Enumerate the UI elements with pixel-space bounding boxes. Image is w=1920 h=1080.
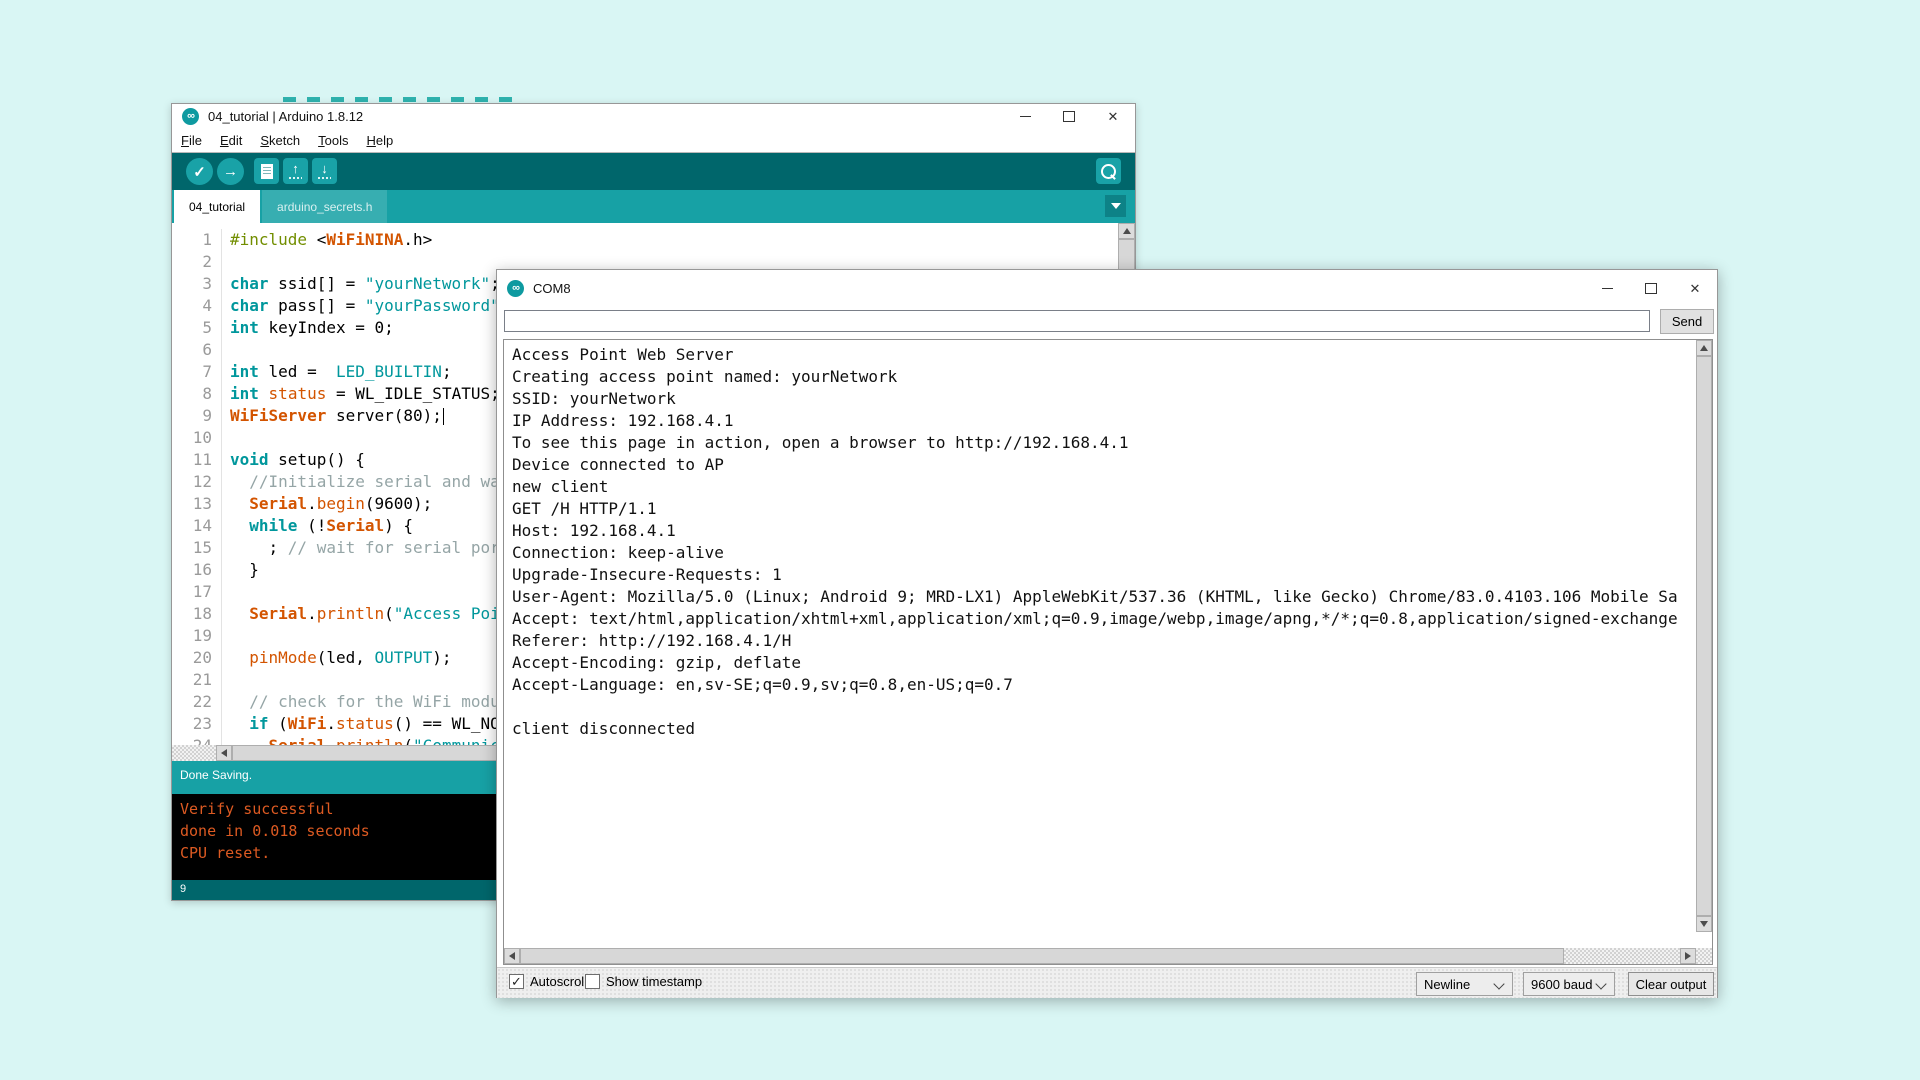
scroll-right-arrow[interactable] — [1680, 948, 1696, 964]
arduino-toolbar: ✓ → ↑ ↓ — [172, 153, 1135, 190]
check-icon: ✓ — [193, 163, 206, 181]
serial-output: Access Point Web ServerCreating access p… — [503, 339, 1713, 965]
minimize-icon — [1020, 116, 1031, 117]
serial-output-line: SSID: yourNetwork — [512, 388, 1692, 410]
save-button[interactable]: ↓ — [312, 158, 337, 184]
menu-item-tools[interactable]: Tools — [309, 133, 357, 148]
scroll-up-arrow[interactable] — [1696, 340, 1712, 356]
document-icon — [261, 164, 273, 179]
scroll-left-arrow[interactable] — [216, 745, 232, 761]
serial-output-line: Connection: keep-alive — [512, 542, 1692, 564]
serial-output-line: Access Point Web Server — [512, 344, 1692, 366]
baud-rate-value: 9600 baud — [1531, 977, 1592, 992]
arduino-window-title: 04_tutorial | Arduino 1.8.12 — [208, 109, 363, 124]
serial-output-line — [512, 696, 1692, 718]
menu-item-sketch[interactable]: Sketch — [251, 133, 309, 148]
close-button[interactable]: ✕ — [1673, 270, 1717, 306]
serial-output-line: To see this page in action, open a brows… — [512, 432, 1692, 454]
serial-output-line: User-Agent: Mozilla/5.0 (Linux; Android … — [512, 586, 1692, 608]
serial-output-line: Referer: http://192.168.4.1/H — [512, 630, 1692, 652]
status-text: Done Saving. — [180, 768, 252, 782]
right-arrow-icon: → — [223, 163, 238, 180]
arduino-logo-icon: ∞ — [182, 108, 199, 125]
desktop: ∞ 04_tutorial | Arduino 1.8.12 ✕ FileEdi… — [0, 0, 1920, 1080]
minimize-icon — [1602, 288, 1613, 289]
verify-button[interactable]: ✓ — [186, 158, 213, 185]
serial-output-line: IP Address: 192.168.4.1 — [512, 410, 1692, 432]
output-horizontal-scrollbar[interactable] — [504, 948, 1696, 964]
tab-list-button[interactable] — [1105, 195, 1126, 217]
serial-monitor-window: ∞ COM8 ✕ Send Access Point Web ServerCre… — [496, 269, 1718, 998]
serial-input-row: Send — [497, 306, 1717, 338]
serial-monitor-button[interactable] — [1096, 158, 1121, 184]
scroll-down-arrow[interactable] — [1696, 916, 1712, 932]
serial-output-line: Creating access point named: yourNetwork — [512, 366, 1692, 388]
maximize-button[interactable] — [1629, 270, 1673, 306]
tab-bar: 04_tutorialarduino_secrets.h — [172, 190, 1135, 223]
text-caret — [443, 408, 444, 425]
close-icon: ✕ — [1690, 282, 1701, 295]
serial-output-line: GET /H HTTP/1.1 — [512, 498, 1692, 520]
serial-output-line: Upgrade-Insecure-Requests: 1 — [512, 564, 1692, 586]
scrollbar-corner — [1696, 948, 1712, 964]
minimize-button[interactable] — [1585, 270, 1629, 306]
maximize-icon — [1645, 283, 1657, 294]
line-ending-select[interactable]: Newline — [1416, 972, 1513, 996]
close-button[interactable]: ✕ — [1091, 104, 1135, 129]
down-arrow-icon: ↓ — [321, 163, 328, 175]
scrollbar-thumb[interactable] — [520, 948, 1564, 964]
chevron-down-icon — [1595, 978, 1606, 989]
chevron-down-icon — [1111, 203, 1121, 209]
serial-output-line: new client — [512, 476, 1692, 498]
show-timestamp-checkbox[interactable]: Show timestamp — [585, 974, 702, 989]
up-arrow-icon: ↑ — [292, 163, 299, 175]
output-vertical-scrollbar[interactable] — [1696, 340, 1712, 932]
send-button[interactable]: Send — [1660, 309, 1714, 334]
arduino-logo-icon: ∞ — [507, 280, 524, 297]
serial-output-line: Host: 192.168.4.1 — [512, 520, 1692, 542]
maximize-button[interactable] — [1047, 104, 1091, 129]
serial-monitor-footer: ✓ Autoscroll Show timestamp Newline 9600… — [497, 967, 1717, 998]
menu-item-help[interactable]: Help — [357, 133, 402, 148]
serial-output-line: Accept-Encoding: gzip, deflate — [512, 652, 1692, 674]
chevron-down-icon — [1493, 978, 1504, 989]
checkbox-icon — [585, 974, 600, 989]
scroll-up-arrow[interactable] — [1118, 223, 1135, 239]
tabs: 04_tutorialarduino_secrets.h — [174, 190, 389, 223]
magnifier-icon — [1101, 164, 1116, 179]
serial-output-line: Accept: text/html,application/xhtml+xml,… — [512, 608, 1692, 630]
autoscroll-label: Autoscroll — [530, 974, 587, 989]
serial-monitor-titlebar[interactable]: ∞ COM8 ✕ — [497, 270, 1717, 306]
minimize-button[interactable] — [1003, 104, 1047, 129]
close-icon: ✕ — [1108, 110, 1119, 123]
checkbox-icon: ✓ — [509, 974, 524, 989]
serial-monitor-title: COM8 — [533, 281, 571, 296]
show-timestamp-label: Show timestamp — [606, 974, 702, 989]
menu-item-edit[interactable]: Edit — [211, 133, 251, 148]
tab-04-tutorial[interactable]: 04_tutorial — [174, 190, 260, 223]
autoscroll-checkbox[interactable]: ✓ Autoscroll — [509, 974, 587, 989]
serial-output-lines: Access Point Web ServerCreating access p… — [512, 344, 1692, 740]
menu-item-file[interactable]: File — [172, 133, 211, 148]
serial-input[interactable] — [504, 310, 1650, 332]
code-line: 1#include <WiFiNINA.h> — [172, 229, 1135, 251]
arduino-titlebar[interactable]: ∞ 04_tutorial | Arduino 1.8.12 ✕ — [172, 104, 1135, 129]
arduino-menubar: FileEditSketchToolsHelp — [172, 129, 1135, 153]
serial-output-line: client disconnected — [512, 718, 1692, 740]
open-button[interactable]: ↑ — [283, 158, 308, 184]
tab-arduino-secrets-h[interactable]: arduino_secrets.h — [262, 190, 387, 223]
maximize-icon — [1063, 111, 1075, 122]
line-ending-value: Newline — [1424, 977, 1470, 992]
upload-button[interactable]: → — [217, 158, 244, 185]
scroll-left-arrow[interactable] — [504, 948, 520, 964]
board-info: 9 — [180, 883, 186, 895]
serial-output-line: Device connected to AP — [512, 454, 1692, 476]
new-sketch-button[interactable] — [254, 158, 279, 184]
clear-output-button[interactable]: Clear output — [1628, 972, 1714, 996]
baud-rate-select[interactable]: 9600 baud — [1523, 972, 1615, 996]
background-artifact — [283, 97, 523, 102]
scrollbar-thumb[interactable] — [1696, 356, 1712, 916]
serial-output-line: Accept-Language: en,sv-SE;q=0.9,sv;q=0.8… — [512, 674, 1692, 696]
